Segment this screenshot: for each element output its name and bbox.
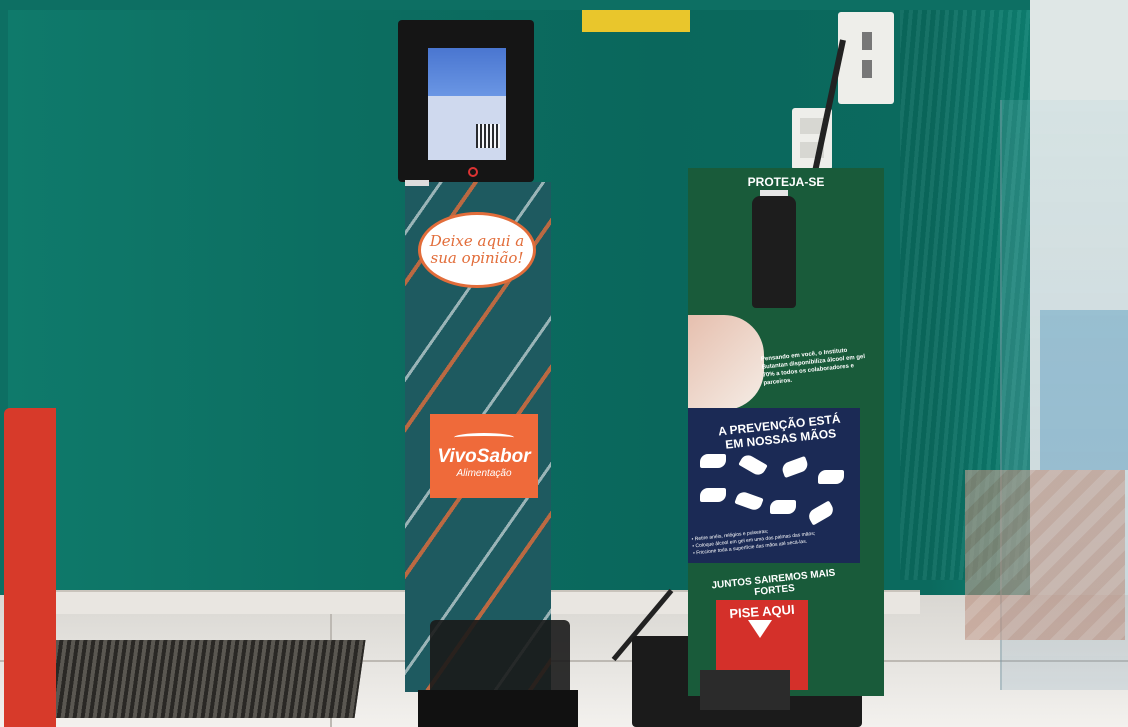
qr-code — [476, 124, 500, 148]
dispenser-title: PROTEJA-SE — [747, 175, 825, 189]
red-object — [4, 408, 56, 727]
foot-pedal — [700, 670, 790, 710]
speech-bubble: Deixe aqui a sua opinião! — [418, 212, 536, 288]
bubble-line-1: Deixe aqui a — [429, 232, 525, 250]
hand-icon — [818, 470, 844, 484]
hand-icon — [770, 500, 796, 514]
brand-logo: VivoSabor Alimentação — [430, 414, 538, 498]
brand-subtitle: Alimentação — [456, 468, 512, 479]
photo: Deixe aqui a sua opinião! VivoSabor Alim… — [0, 0, 1128, 727]
kiosk-base — [418, 690, 578, 727]
power-socket — [838, 12, 894, 104]
hand-icon — [700, 454, 726, 468]
arrow-down-icon — [748, 620, 772, 638]
yellow-sign — [582, 10, 690, 32]
hand-icon — [780, 455, 810, 479]
brand-name: VivoSabor — [437, 446, 531, 467]
floor-grate — [24, 640, 366, 718]
bubble-text: Deixe aqui a sua opinião! — [430, 233, 525, 267]
hands-photo — [688, 315, 764, 410]
sticker-label — [405, 180, 429, 186]
screen-banner — [428, 48, 506, 96]
fork-icon — [454, 433, 514, 442]
bubble-line-2: sua opinião! — [430, 249, 524, 267]
hand-icon — [734, 489, 764, 513]
hand-icon — [738, 452, 768, 478]
outside-pavement — [965, 470, 1125, 640]
kiosk-screen — [428, 48, 506, 160]
power-button-icon — [468, 167, 478, 177]
hand-icon — [700, 488, 726, 502]
hand-steps — [700, 450, 850, 526]
sanitizer-bottle — [752, 196, 796, 308]
kiosk-stand — [430, 620, 570, 696]
